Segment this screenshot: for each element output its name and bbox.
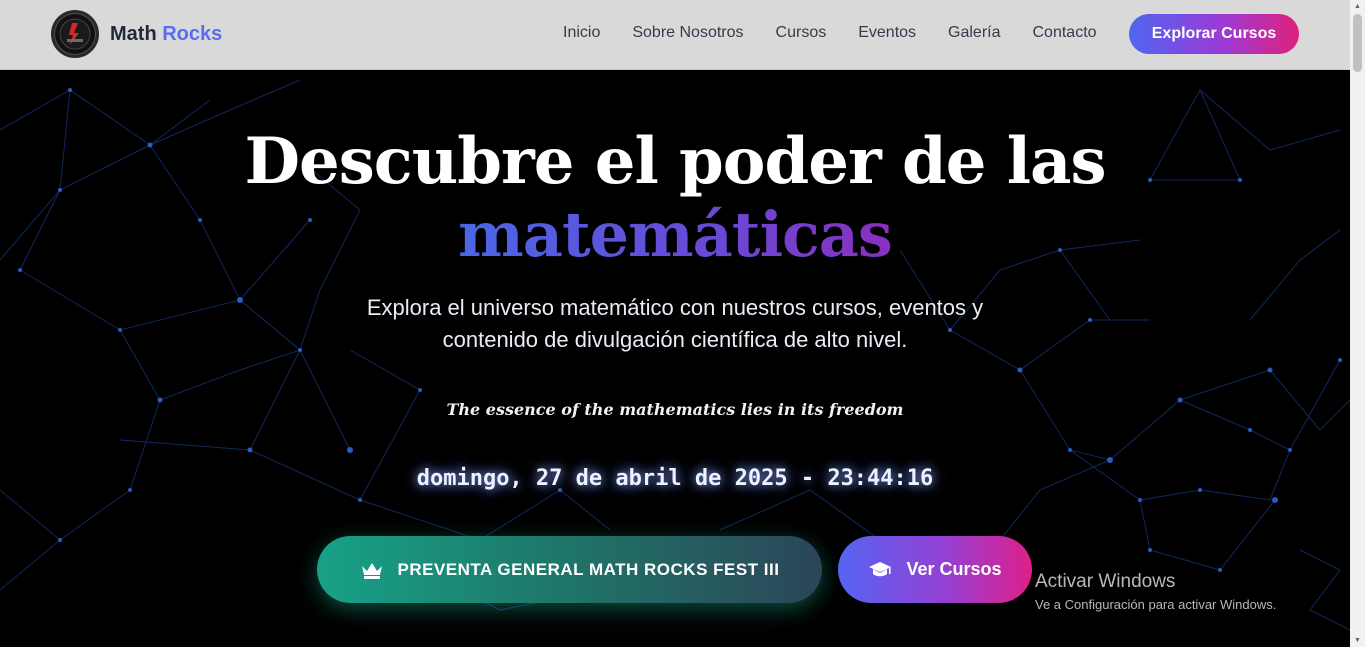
graduation-cap-icon xyxy=(868,560,892,580)
hero-title-highlight: matemáticas xyxy=(458,198,893,271)
hero-quote: The essence of the mathematics lies in i… xyxy=(446,400,904,419)
crown-icon xyxy=(360,560,384,580)
math-rocks-logo[interactable] xyxy=(51,10,99,58)
brand-main-text: Math xyxy=(110,22,157,45)
view-courses-label: Ver Cursos xyxy=(906,559,1002,579)
watermark-subtitle: Ve a Configuración para activar Windows. xyxy=(1035,597,1277,612)
brand-accent-text: Rocks xyxy=(162,22,223,45)
brand-name[interactable]: Math Rocks xyxy=(110,23,222,46)
presale-button[interactable]: PREVENTA GENERAL MATH ROCKS FEST III xyxy=(317,536,822,603)
scroll-up-arrow-icon[interactable]: ▲ xyxy=(1353,2,1362,10)
hero-title-line1: Descubre el poder de las xyxy=(244,124,1107,199)
date-time-clock: domingo, 27 de abril de 2025 - 23:44:16 xyxy=(416,466,934,491)
presale-button-label: PREVENTA GENERAL MATH ROCKS FEST III xyxy=(397,559,780,579)
watermark-title: Activar Windows xyxy=(1035,571,1176,592)
nav-links: Inicio Sobre Nosotros Cursos Eventos Gal… xyxy=(563,24,1129,42)
navbar: Math Rocks Inicio Sobre Nosotros Cursos … xyxy=(0,0,1350,70)
windows-activation-watermark: Activar Windows Ve a Configuración para … xyxy=(1035,571,1276,612)
nav-link-sobre-nosotros[interactable]: Sobre Nosotros xyxy=(632,24,743,42)
scrollbar-thumb[interactable] xyxy=(1353,14,1362,72)
nav-link-galeria[interactable]: Galería xyxy=(948,24,1000,42)
hero-subtitle: Explora el universo matemático con nuest… xyxy=(366,295,984,352)
scrollbar[interactable]: ▲ ▼ xyxy=(1350,0,1365,647)
nav-link-contacto[interactable]: Contacto xyxy=(1033,24,1097,42)
scroll-down-arrow-icon[interactable]: ▼ xyxy=(1353,636,1362,644)
explore-courses-button[interactable]: Explorar Cursos xyxy=(1129,14,1299,54)
hero-title-line2: matemáticas xyxy=(0,198,1350,271)
nav-link-eventos[interactable]: Eventos xyxy=(858,24,916,42)
nav-link-inicio[interactable]: Inicio xyxy=(563,24,600,42)
view-courses-button[interactable]: Ver Cursos xyxy=(838,536,1032,603)
hero-section: Descubre el poder de las matemáticas Exp… xyxy=(0,70,1350,647)
nav-link-cursos[interactable]: Cursos xyxy=(776,24,827,42)
brand[interactable]: Math Rocks xyxy=(51,10,222,58)
